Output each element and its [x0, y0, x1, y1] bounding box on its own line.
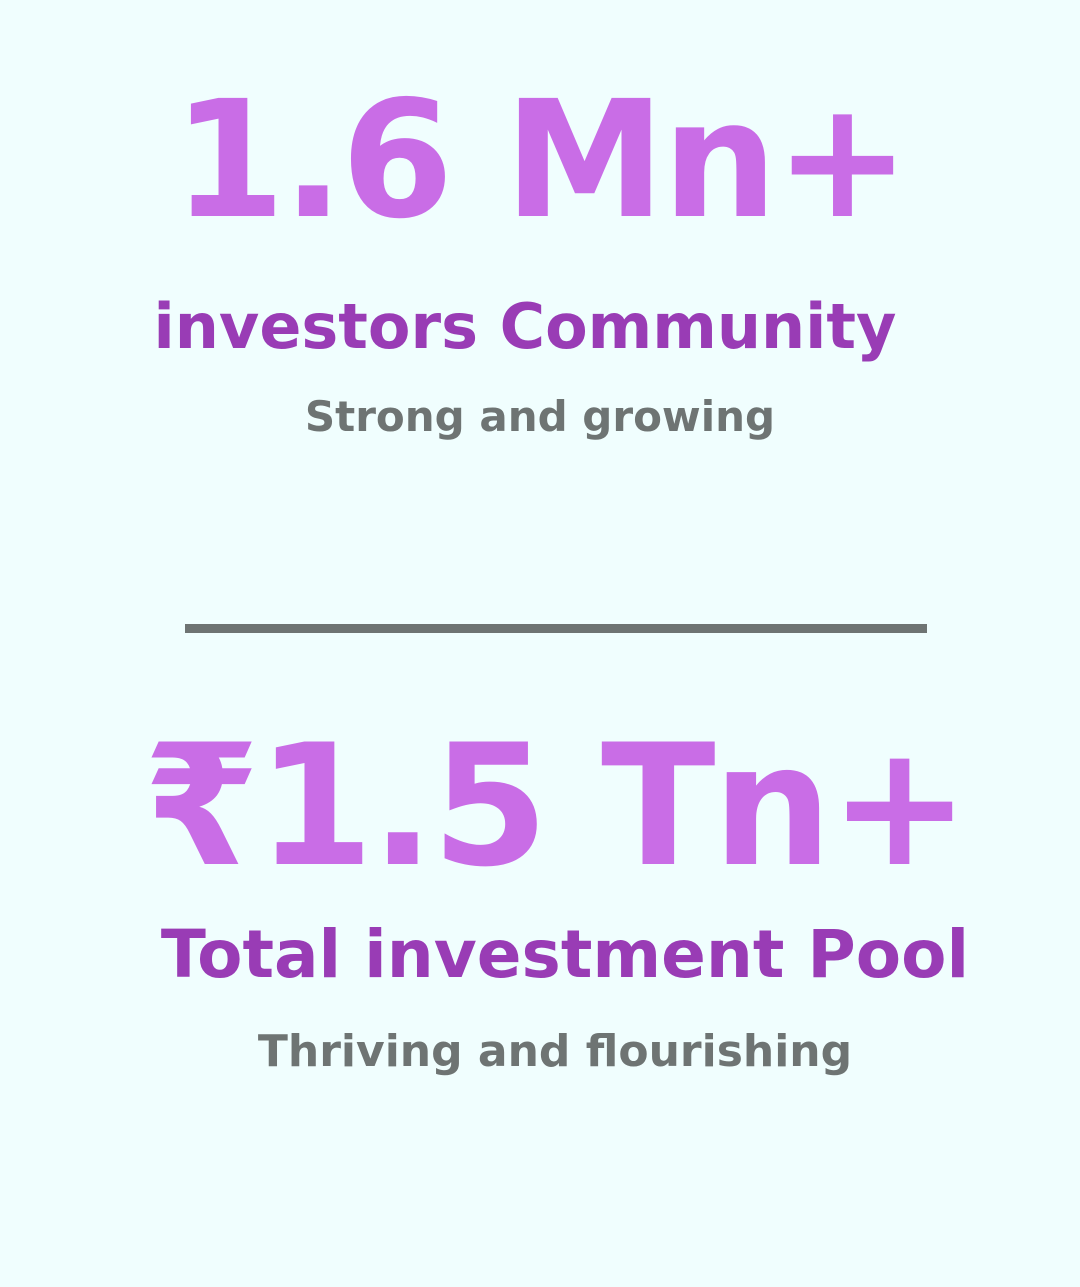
- investors-count-subtitle: Strong and growing: [304, 392, 776, 441]
- investment-pool-value: ₹1.5 Tn+: [143, 708, 970, 904]
- investment-pool-subtitle: Thriving and flourishing: [257, 1026, 853, 1077]
- investment-pool-label: Total investment Pool: [160, 916, 970, 993]
- investors-count-label: investors Community: [153, 290, 897, 363]
- investors-count-value: 1.6 Mn+: [172, 67, 911, 255]
- section-divider: [185, 624, 927, 633]
